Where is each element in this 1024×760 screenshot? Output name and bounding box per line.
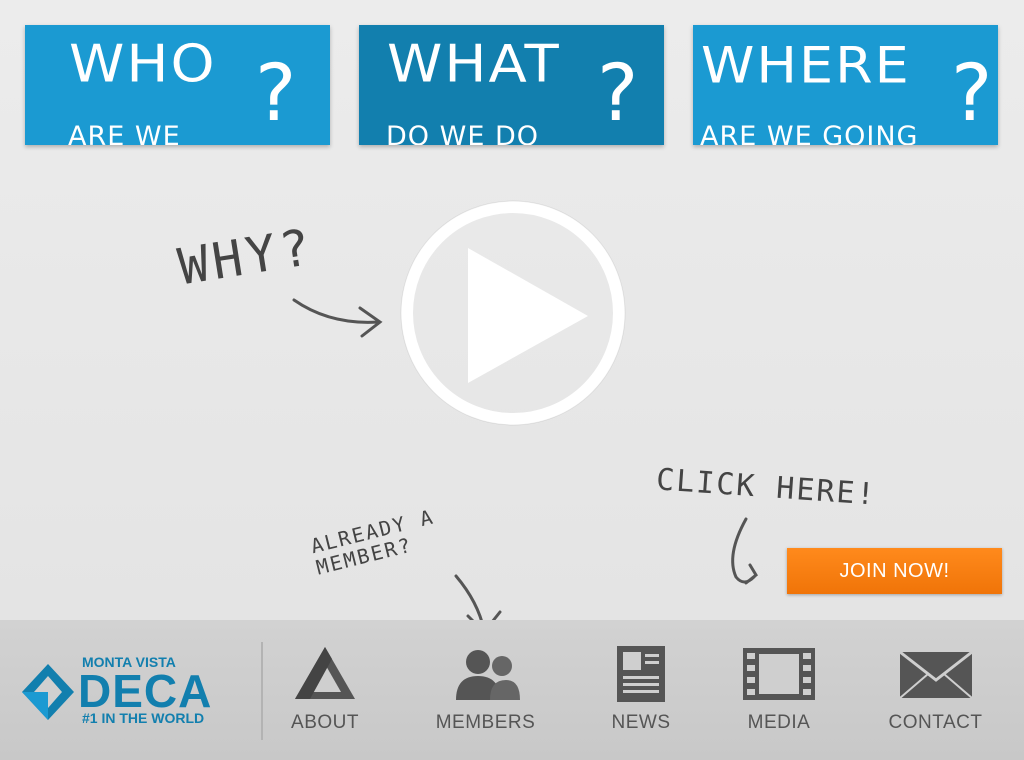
join-now-button[interactable]: JOIN NOW! [787, 548, 1002, 594]
nav-contact[interactable]: CONTACT [878, 644, 993, 734]
where-are-we-going-card[interactable]: WHERE ARE WE GOING ? [693, 25, 998, 145]
question-mark: ? [951, 49, 993, 139]
question-mark: ? [255, 49, 297, 139]
nav-members-label: MEMBERS [435, 712, 536, 733]
logo-tagline: #1 IN THE WORLD [82, 710, 205, 726]
deca-diamond-icon [22, 664, 74, 720]
envelope-icon [898, 650, 973, 699]
what-card-title: WHAT [387, 34, 561, 95]
footer-nav: MONTA VISTA DECA #1 IN THE WORLD ABOUT M… [0, 620, 1024, 760]
play-video-button[interactable] [398, 198, 628, 428]
nav-contact-label: CONTACT [888, 712, 983, 733]
who-card-title: WHO [69, 34, 217, 95]
deca-logo[interactable]: MONTA VISTA DECA #1 IN THE WORLD [18, 654, 243, 736]
arrow-to-join-icon [731, 517, 758, 585]
question-mark: ? [597, 49, 639, 139]
newspaper-icon [617, 646, 665, 702]
play-icon [468, 248, 588, 383]
nav-about-label: ABOUT [291, 712, 359, 733]
who-are-we-card[interactable]: WHO ARE WE ? [25, 25, 330, 145]
where-card-title: WHERE [701, 36, 911, 95]
nav-media[interactable]: MEDIA [735, 644, 823, 734]
arrow-to-play-icon [292, 298, 383, 338]
what-card-subtitle: DO WE DO [386, 121, 540, 145]
footer-divider [261, 642, 263, 740]
users-icon [455, 650, 520, 700]
nav-news[interactable]: NEWS [600, 644, 682, 734]
where-card-subtitle: ARE WE GOING [700, 121, 919, 145]
nav-about[interactable]: ABOUT [280, 644, 370, 734]
who-card-subtitle: ARE WE [68, 121, 181, 145]
what-do-we-do-card[interactable]: WHAT DO WE DO ? [359, 25, 664, 145]
nav-news-label: NEWS [611, 712, 671, 733]
nav-members[interactable]: MEMBERS [428, 644, 543, 734]
film-icon [743, 648, 815, 700]
nav-media-label: MEDIA [747, 712, 811, 733]
triangle-logo-icon [295, 647, 355, 699]
